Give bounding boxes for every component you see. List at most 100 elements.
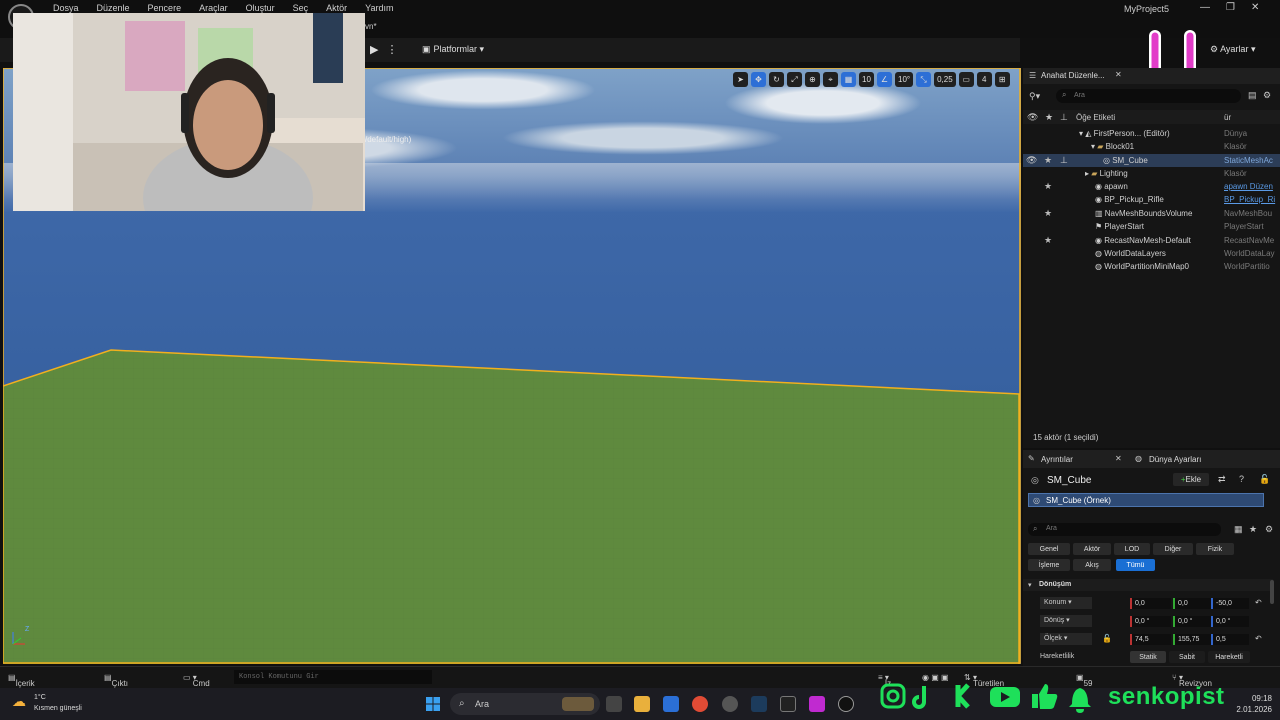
reset-icon[interactable]: ↶ bbox=[1255, 598, 1262, 607]
scale-snap-icon[interactable]: ⤡ bbox=[916, 72, 932, 87]
add-component-button[interactable]: +Ekle bbox=[1173, 473, 1209, 486]
cmd-dropdown[interactable]: ▭ Cmd ▾ bbox=[183, 673, 210, 688]
location-z[interactable]: -50,0 bbox=[1211, 598, 1249, 609]
details-search-input[interactable]: ⌕ Ara bbox=[1028, 523, 1221, 536]
details-scrollbar[interactable] bbox=[1270, 580, 1274, 604]
select-mode-icon[interactable]: ➤ bbox=[733, 72, 748, 87]
menu-select[interactable]: Seç bbox=[284, 3, 318, 13]
row-type-link[interactable]: BP_Pickup_Ri bbox=[1224, 195, 1280, 204]
location-x[interactable]: 0,0 bbox=[1130, 598, 1171, 609]
menu-file[interactable]: Dosya bbox=[44, 3, 88, 13]
location-dropdown[interactable]: Konum ▾ bbox=[1040, 597, 1092, 609]
filter-actor[interactable]: Aktör bbox=[1073, 543, 1111, 555]
menu-actor[interactable]: Aktör bbox=[317, 3, 356, 13]
outliner-row[interactable]: ★ ◉ RecastNavMesh-Default RecastNavMe bbox=[1023, 234, 1280, 247]
viewport-layout-icon[interactable]: ⊞ bbox=[994, 72, 1010, 87]
filter-general[interactable]: Genel bbox=[1028, 543, 1070, 555]
epic-games-icon[interactable] bbox=[780, 696, 796, 712]
close-icon[interactable]: ✕ bbox=[1251, 2, 1259, 13]
tab-world-settings[interactable]: Dünya Ayarları bbox=[1149, 455, 1201, 464]
surface-snap-icon[interactable]: ⌖ bbox=[823, 72, 838, 87]
location-y[interactable]: 0,0 bbox=[1173, 598, 1212, 609]
outliner-row-selected[interactable]: 👁 ★ ⊥ ◎ SM_Cube StaticMeshAc bbox=[1023, 154, 1280, 167]
star-icon[interactable]: ★ bbox=[1044, 235, 1052, 246]
add-folder-icon[interactable]: ▤ bbox=[1248, 90, 1257, 101]
eye-icon[interactable]: 👁 bbox=[1026, 155, 1037, 166]
file-explorer-icon[interactable] bbox=[634, 696, 650, 712]
more-options-icon[interactable]: ⋮ bbox=[386, 44, 397, 56]
lock-icon[interactable]: 🔓 bbox=[1259, 474, 1270, 485]
menu-window[interactable]: Pencere bbox=[139, 3, 191, 13]
chrome-icon[interactable] bbox=[692, 696, 708, 712]
menu-build[interactable]: Oluştur bbox=[237, 3, 284, 13]
platforms-button[interactable]: ▣ Platformlar ▾ bbox=[422, 44, 484, 55]
blueprint-icon[interactable]: ⇄ bbox=[1218, 474, 1226, 485]
mobility-movable[interactable]: Hareketli bbox=[1208, 651, 1250, 663]
scale-x[interactable]: 74,5 bbox=[1130, 634, 1171, 645]
transform-section[interactable]: ▾ Dönüşüm bbox=[1023, 579, 1273, 591]
console-command-input[interactable]: Konsol Komutunu Gir bbox=[234, 670, 432, 684]
taskbar-search[interactable]: ⌕ Ara bbox=[450, 693, 600, 715]
windows-start-icon[interactable] bbox=[426, 697, 440, 711]
tab-details[interactable]: Ayrıntılar bbox=[1041, 455, 1073, 464]
store-icon[interactable] bbox=[663, 696, 679, 712]
steam-icon[interactable] bbox=[751, 696, 767, 712]
camera-speed-icon[interactable]: ▭ bbox=[958, 72, 974, 87]
world-space-icon[interactable]: ⊕ bbox=[805, 72, 820, 87]
filter-misc[interactable]: Diğer bbox=[1153, 543, 1193, 555]
scale-z[interactable]: 0,5 bbox=[1211, 634, 1249, 645]
outliner-search-input[interactable]: ⌕ Ara bbox=[1056, 89, 1241, 103]
menu-edit[interactable]: Düzenle bbox=[88, 3, 139, 13]
rotation-snap-value[interactable]: 10° bbox=[895, 72, 914, 87]
output-log-button[interactable]: ▤ Çıktı Günlüğü bbox=[104, 673, 142, 697]
outliner-row[interactable]: ◍ WorldPartitionMiniMap0 WorldPartitio bbox=[1023, 260, 1280, 273]
translate-mode-icon[interactable]: ✥ bbox=[751, 72, 766, 87]
minimize-icon[interactable]: — bbox=[1200, 2, 1210, 13]
outliner-tab[interactable]: ☰ Anahat Düzenle... ✕ bbox=[1023, 68, 1280, 84]
filter-icon[interactable]: ⚲▾ bbox=[1029, 91, 1040, 102]
rotation-dropdown[interactable]: Dönüş ▾ bbox=[1040, 615, 1092, 627]
table-view-icon[interactable]: ▦ bbox=[1234, 524, 1243, 535]
filter-rendering[interactable]: İşleme bbox=[1028, 559, 1070, 571]
maximize-icon[interactable]: ❐ bbox=[1226, 2, 1235, 13]
filter-streaming[interactable]: Akış bbox=[1073, 559, 1111, 571]
header-type[interactable]: ür bbox=[1224, 113, 1231, 122]
header-label[interactable]: Öğe Etiketi bbox=[1076, 113, 1115, 122]
rotate-mode-icon[interactable]: ↻ bbox=[769, 72, 784, 87]
scale-dropdown[interactable]: Ölçek ▾ bbox=[1040, 633, 1092, 645]
outliner-row-folder[interactable]: ▾ ▰ Block01 Klasör bbox=[1023, 140, 1280, 153]
outliner-row[interactable]: ⚑ PlayerStart PlayerStart bbox=[1023, 220, 1280, 233]
outliner-row[interactable]: ★ ▥ NavMeshBoundsVolume NavMeshBou bbox=[1023, 207, 1280, 220]
camera-speed-value[interactable]: 4 bbox=[976, 72, 992, 87]
mobility-stationary[interactable]: Sabit bbox=[1169, 651, 1205, 663]
task-view-icon[interactable] bbox=[606, 696, 622, 712]
rotation-x[interactable]: 0,0 ° bbox=[1130, 616, 1171, 627]
scale-mode-icon[interactable]: ⤢ bbox=[787, 72, 802, 87]
grid-snap-icon[interactable]: ▦ bbox=[841, 72, 856, 87]
reset-icon[interactable]: ↶ bbox=[1255, 634, 1262, 643]
lock-scale-icon[interactable]: 🔓 bbox=[1102, 634, 1112, 643]
taskbar-clock[interactable]: 09:18 2.01.2026 bbox=[1232, 693, 1272, 715]
outliner-settings-icon[interactable]: ⚙ bbox=[1263, 90, 1271, 101]
filter-lod[interactable]: LOD bbox=[1114, 543, 1150, 555]
menu-help[interactable]: Yardım bbox=[356, 3, 402, 13]
outliner-row-world[interactable]: ▾ ◭ FirstPerson... (Editör) Dünya bbox=[1023, 127, 1280, 140]
filter-all[interactable]: Tümü bbox=[1116, 559, 1155, 571]
star-icon[interactable]: ★ bbox=[1249, 524, 1257, 535]
level-tab-label[interactable]: vn* bbox=[365, 22, 377, 31]
star-icon[interactable]: ★ bbox=[1044, 155, 1052, 166]
close-tab-icon[interactable]: ✕ bbox=[1115, 454, 1122, 463]
rotation-z[interactable]: 0,0 ° bbox=[1211, 616, 1249, 627]
rotation-y[interactable]: 0,0 ° bbox=[1173, 616, 1212, 627]
menu-tools[interactable]: Araçlar bbox=[190, 3, 237, 13]
app-pink-icon[interactable] bbox=[809, 696, 825, 712]
unreal-engine-icon[interactable] bbox=[838, 696, 854, 712]
gear-icon[interactable]: ⚙ bbox=[1265, 524, 1273, 535]
filter-physics[interactable]: Fizik bbox=[1196, 543, 1234, 555]
help-icon[interactable]: ? bbox=[1239, 474, 1244, 484]
scale-snap-value[interactable]: 0,25 bbox=[934, 72, 956, 87]
component-row-selected[interactable]: ◎ SM_Cube (Örnek) bbox=[1028, 493, 1264, 507]
rotation-snap-icon[interactable]: ∠ bbox=[877, 72, 892, 87]
star-icon[interactable]: ★ bbox=[1044, 208, 1052, 219]
play-button[interactable]: ▶ ⋮ bbox=[370, 43, 397, 56]
